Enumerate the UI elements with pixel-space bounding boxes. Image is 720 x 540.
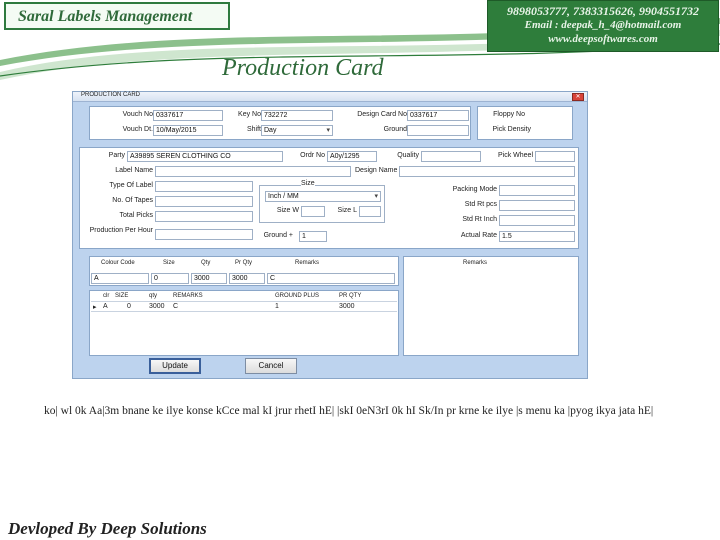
vouch-dt-label: Vouch Dt. xyxy=(93,126,153,133)
label-name-field[interactable] xyxy=(155,166,351,177)
key-no-field[interactable]: 732272 xyxy=(261,110,333,121)
party-field[interactable]: A39895 SEREN CLOTHING CO xyxy=(127,151,283,162)
colour-code-input[interactable]: A xyxy=(91,273,149,284)
col-size: Size xyxy=(163,260,175,266)
slide-title: Production Card xyxy=(222,55,384,81)
grid-col-qty: qty xyxy=(149,293,158,299)
col-remarks: Remarks xyxy=(295,260,320,266)
pr-qty-input[interactable]: 3000 xyxy=(229,273,265,284)
contact-email: Email : deepak_h_4@hotmail.com xyxy=(524,19,682,31)
key-no-label: Key No xyxy=(229,111,261,118)
pick-wheel-label: Pick Wheel xyxy=(485,152,533,159)
entries-grid xyxy=(89,290,399,356)
contact-box: 9898053777, 7383315626, 9904551732 Email… xyxy=(487,0,719,52)
actual-rate-label: Actual Rate xyxy=(423,232,497,239)
col-colour-code: Colour Code xyxy=(101,260,135,266)
size-l-label: Size L xyxy=(329,207,357,214)
ordr-no-field[interactable]: A0y/1295 xyxy=(327,151,377,162)
size-w-field[interactable] xyxy=(301,206,325,217)
grid-cell: 3000 xyxy=(149,303,165,310)
packing-mode-field[interactable] xyxy=(499,185,575,196)
vouch-dt-field[interactable]: 10/May/2015 xyxy=(153,125,223,136)
vouch-no-label: Vouch No xyxy=(93,111,153,118)
actual-rate-field[interactable]: 1.5 xyxy=(499,231,575,242)
floppy-no-label: Floppy No xyxy=(481,111,525,118)
total-picks-label: Total Picks xyxy=(83,212,153,219)
size-w-label: Size W xyxy=(265,207,299,214)
std-rt-pcs-label: Std Rt pcs xyxy=(423,201,497,208)
brand-title: Saral Labels Management xyxy=(18,8,193,25)
design-name-label: Design Name xyxy=(355,167,398,174)
remarks-input[interactable]: C xyxy=(267,273,395,284)
std-rt-pcs-field[interactable] xyxy=(499,200,575,211)
window-titlebar: PRODUCTION CARD ✕ xyxy=(73,92,587,102)
pick-wheel-field[interactable] xyxy=(535,151,575,162)
shift-label: Shift xyxy=(229,126,261,133)
grid-col-ground-plus: GROUND PLUS xyxy=(275,293,320,299)
type-of-label-label: Type Of Label xyxy=(83,182,153,189)
grid-col-size: SIZE xyxy=(115,293,129,299)
label-name-label: Label Name xyxy=(83,167,153,174)
remarks-panel xyxy=(403,256,579,356)
contact-web: www.deepsoftwares.com xyxy=(548,33,658,45)
table-row[interactable]: ▸ A 0 3000 C 1 3000 xyxy=(91,301,397,312)
total-picks-field[interactable] xyxy=(155,211,253,222)
no-of-tapes-field[interactable] xyxy=(155,196,253,207)
close-icon[interactable]: ✕ xyxy=(572,93,584,101)
window-title: PRODUCTION CARD xyxy=(81,92,141,98)
cancel-button[interactable]: Cancel xyxy=(245,358,297,374)
grid-cell: 3000 xyxy=(339,303,355,310)
footer-credit: Devloped By Deep Solutions xyxy=(8,519,207,538)
production-card-window: PRODUCTION CARD ✕ Vouch No 0337617 Key N… xyxy=(72,91,588,379)
size-l-field[interactable] xyxy=(359,206,381,217)
qty-input[interactable]: 3000 xyxy=(191,273,227,284)
no-of-tapes-label: No. Of Tapes xyxy=(83,197,153,204)
ordr-no-label: Ordr No xyxy=(283,152,325,159)
grid-col-clr: clr xyxy=(103,293,110,299)
std-rt-inch-field[interactable] xyxy=(499,215,575,226)
ground-plus-field[interactable]: 1 xyxy=(299,231,327,242)
size-unit-select[interactable]: Inch / MM xyxy=(265,191,381,202)
design-card-no-field[interactable]: 0337617 xyxy=(407,110,469,121)
ground-field[interactable] xyxy=(407,125,469,136)
grid-cell: 1 xyxy=(275,303,279,310)
grid-col-pr-qty: PR QTY xyxy=(339,293,362,299)
ground-label: Ground xyxy=(341,126,407,133)
production-per-hour-field[interactable] xyxy=(155,229,253,240)
design-name-field[interactable] xyxy=(399,166,575,177)
std-rt-inch-label: Std Rt Inch xyxy=(423,216,497,223)
remarks-panel-header: Remarks xyxy=(463,260,488,266)
update-button[interactable]: Update xyxy=(149,358,201,374)
quality-label: Quality xyxy=(383,152,419,159)
vouch-no-field[interactable]: 0337617 xyxy=(153,110,223,121)
packing-mode-label: Packing Mode xyxy=(423,186,497,193)
production-per-hour-label: Production Per Hour xyxy=(83,226,153,235)
grid-col-remarks: REMARKS xyxy=(173,293,203,299)
col-pr-qty: Pr Qty xyxy=(235,260,253,266)
brand-box: Saral Labels Management xyxy=(4,2,230,30)
shift-select[interactable]: Day xyxy=(261,125,333,136)
party-label: Party xyxy=(83,152,125,159)
col-qty: Qty xyxy=(201,260,211,266)
type-of-label-field[interactable] xyxy=(155,181,253,192)
grid-cell: C xyxy=(173,303,179,310)
pick-density-label: Pick Density xyxy=(481,126,531,133)
quality-field[interactable] xyxy=(421,151,481,162)
row-pointer-icon: ▸ xyxy=(93,304,97,311)
size-group-label: Size xyxy=(301,180,315,187)
ground-plus-label: Ground + xyxy=(253,232,293,239)
contact-phones: 9898053777, 7383315626, 9904551732 xyxy=(507,4,699,18)
design-card-no-label: Design Card No xyxy=(341,111,407,118)
size-input[interactable]: 0 xyxy=(151,273,189,284)
grid-cell: 0 xyxy=(127,303,131,310)
grid-cell: A xyxy=(103,303,108,310)
body-text: ko| wl 0k Aa|3m bnane ke ilye konse kCce… xyxy=(44,405,654,417)
